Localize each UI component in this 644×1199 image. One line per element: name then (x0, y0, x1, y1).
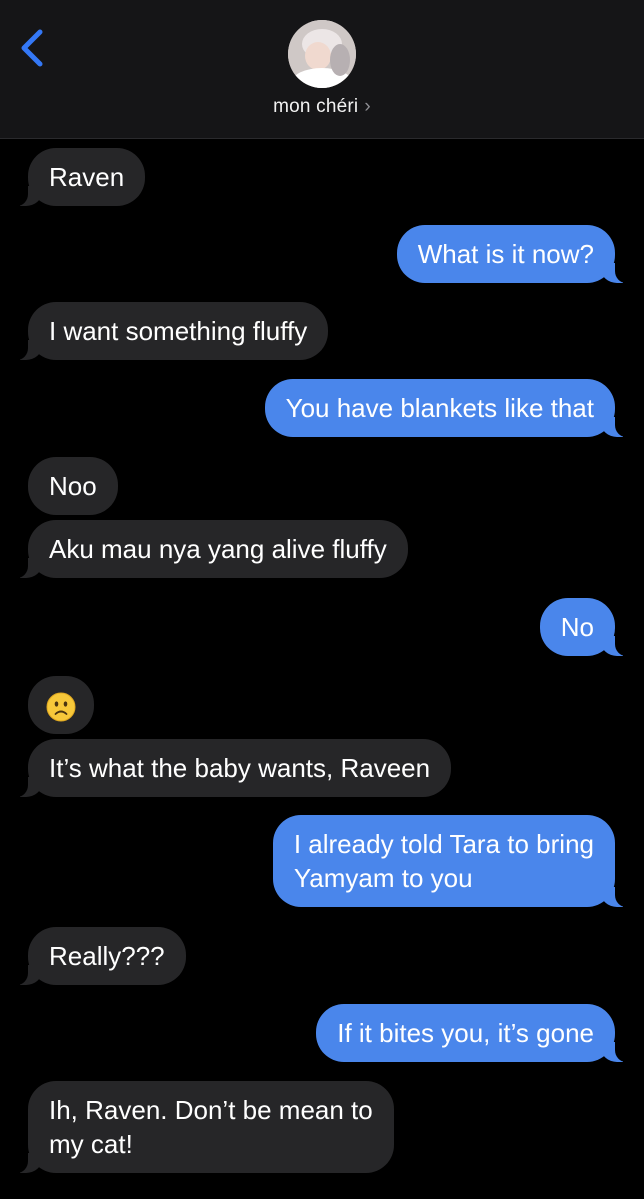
message-text-line: my cat! (49, 1129, 133, 1159)
back-button[interactable] (16, 26, 56, 70)
message-text-line: Yamyam to you (293, 863, 473, 893)
contact-avatar[interactable] (288, 20, 356, 88)
message-bubble-received[interactable]: Noo (28, 457, 118, 515)
avatar-photo (288, 20, 356, 88)
message-text: What is it now? (417, 239, 594, 269)
contact-name-button[interactable]: mon chéri › (0, 96, 644, 118)
message-bubble-received[interactable]: Raven (15, 148, 146, 206)
message-bubble-sent[interactable]: If it bites you, it’s gone (316, 1004, 627, 1062)
message-text: You have blankets like that (285, 393, 594, 423)
message-bubble-sent[interactable]: No (539, 598, 628, 656)
message-bubble-received[interactable]: Aku mau nya yang alive fluffy (16, 520, 408, 578)
message-text: Raven (49, 162, 125, 192)
chevron-left-icon (21, 29, 43, 67)
message-text-line: Ih, Raven. Don’t be mean to (49, 1095, 373, 1125)
message-bubble-received[interactable]: Really??? (16, 927, 186, 985)
conversation-header: mon chéri › (0, 0, 644, 139)
message-bubble-sent[interactable]: What is it now? (396, 225, 628, 283)
message-text: If it bites you, it’s gone (337, 1018, 594, 1048)
message-text-line: I already told Tara to bring (293, 829, 594, 859)
message-bubble-received[interactable]: Ih, Raven. Don’t be mean to my cat! (16, 1081, 394, 1173)
message-bubble-sent[interactable]: You have blankets like that (264, 379, 628, 437)
message-text: I want something fluffy (49, 316, 308, 346)
message-text: No (560, 612, 594, 642)
contact-name: mon chéri (273, 96, 359, 117)
message-text: It’s what the baby wants, Raveen (49, 753, 431, 783)
message-text: Aku mau nya yang alive fluffy (49, 534, 387, 564)
message-bubble-received[interactable]: I want something fluffy (15, 302, 329, 360)
slightly-frowning-face-emoji (46, 692, 76, 722)
message-bubble-received[interactable] (28, 676, 94, 735)
chevron-right-icon: › (364, 96, 371, 117)
message-text: Noo (49, 471, 97, 501)
message-bubble-received[interactable]: It’s what the baby wants, Raveen (15, 739, 452, 797)
message-bubble-sent[interactable]: I already told Tara to bring Yamyam to y… (272, 815, 628, 907)
message-text: Really??? (49, 941, 165, 971)
